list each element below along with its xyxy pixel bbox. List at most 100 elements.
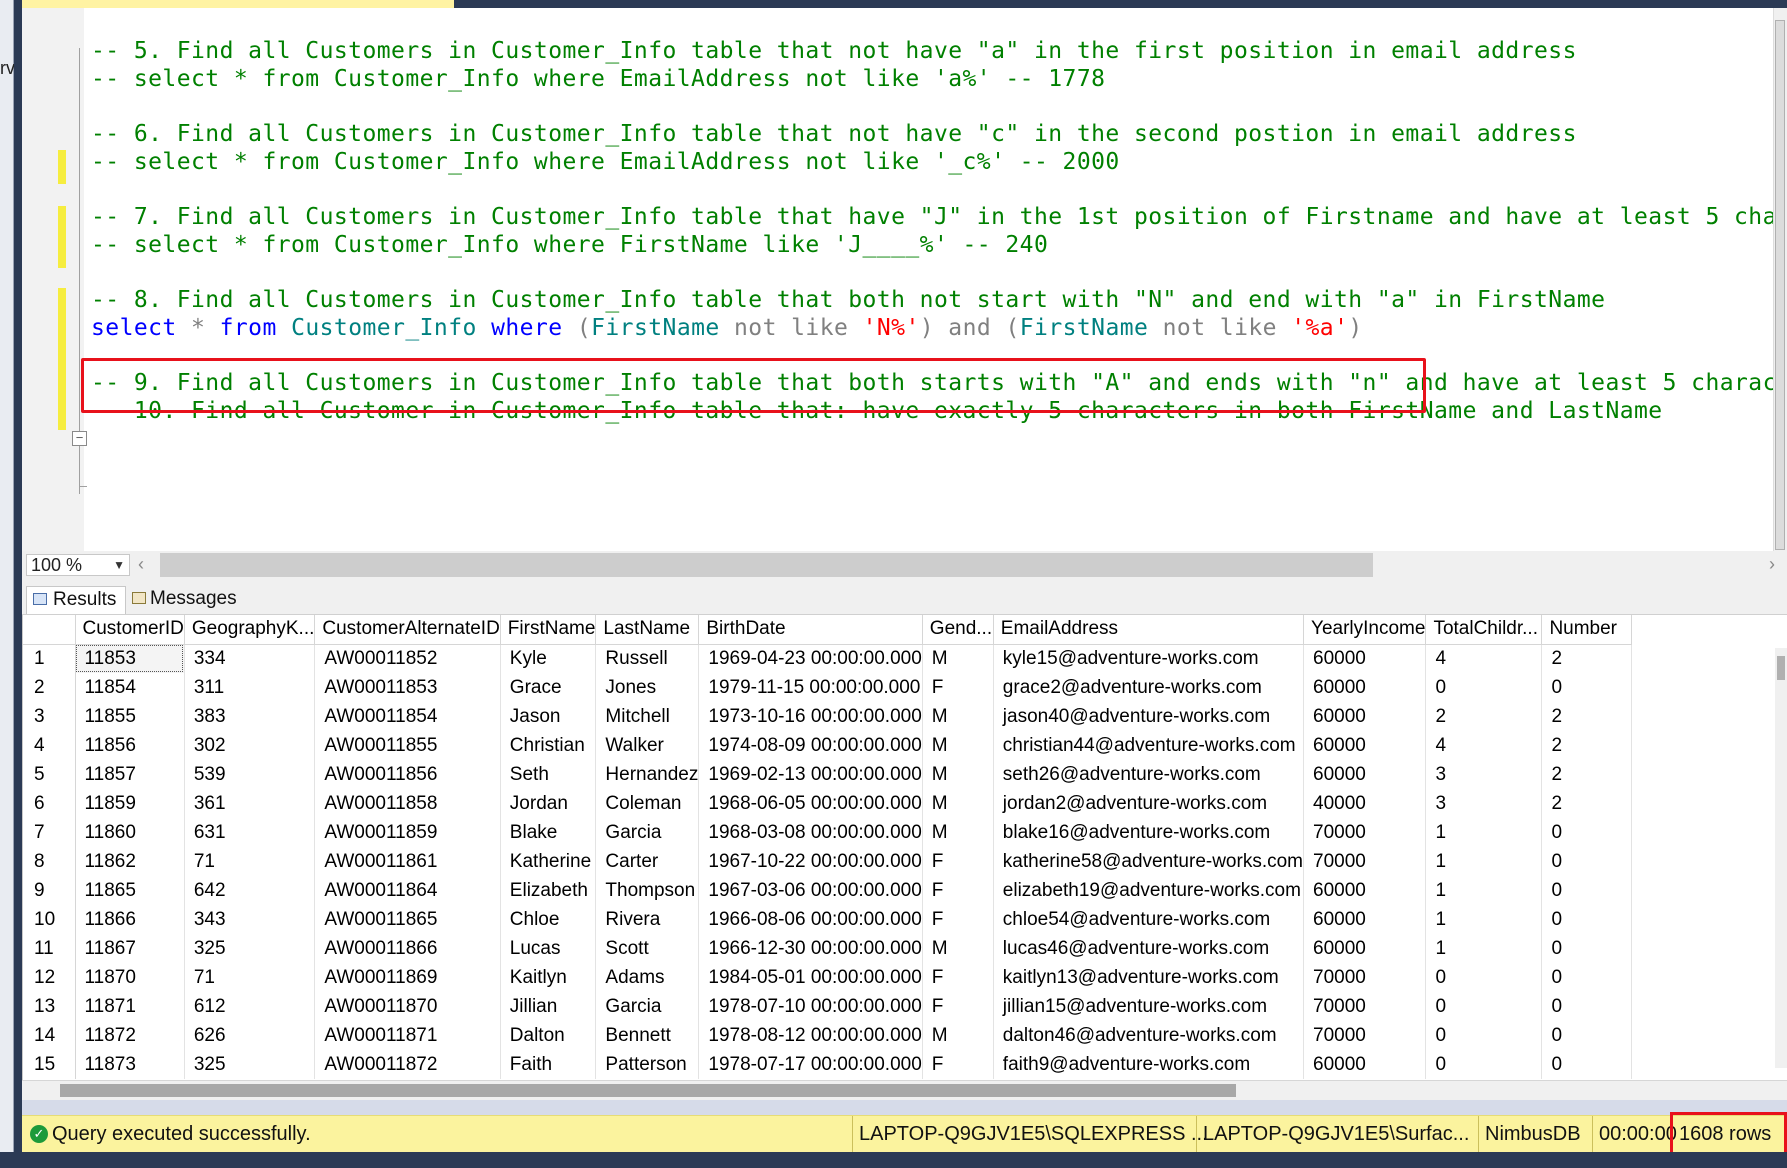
grid-horizontal-scroll-thumb[interactable] (60, 1084, 1236, 1097)
scroll-right-icon[interactable]: › (1769, 554, 1775, 575)
grid-cell[interactable]: 631 (184, 818, 316, 847)
grid-cell[interactable]: faith9@adventure-works.com (993, 1050, 1305, 1079)
grid-cell[interactable]: 60000 (1303, 702, 1427, 731)
grid-cell[interactable]: 11866 (75, 905, 185, 934)
grid-cell[interactable]: AW00011859 (314, 818, 501, 847)
grid-cell[interactable]: kyle15@adventure-works.com (993, 644, 1305, 673)
column-header[interactable]: FirstName (500, 615, 597, 645)
grid-cell[interactable]: Kyle (500, 644, 597, 673)
tab-messages[interactable]: Messages (126, 586, 246, 614)
grid-cell[interactable]: 11871 (75, 992, 185, 1021)
grid-cell[interactable]: AW00011854 (314, 702, 501, 731)
grid-cell[interactable]: 334 (184, 644, 316, 673)
grid-cell[interactable]: 1969-02-13 00:00:00.000 (698, 760, 923, 789)
grid-cell[interactable]: AW00011855 (314, 731, 501, 760)
grid-cell[interactable]: jillian15@adventure-works.com (993, 992, 1305, 1021)
grid-cell[interactable]: 0 (1541, 963, 1633, 992)
grid-cell[interactable]: 1 (1425, 905, 1543, 934)
grid-cell[interactable]: 0 (1541, 1050, 1633, 1079)
grid-cell[interactable]: 325 (184, 1050, 316, 1079)
grid-cell[interactable]: 302 (184, 731, 316, 760)
grid-cell[interactable]: jordan2@adventure-works.com (993, 789, 1305, 818)
table-row[interactable]: 10 11866 343 AW00011865 Chloe Rivera 1966-08-0… (23, 905, 1633, 934)
grid-cell[interactable]: F (922, 963, 994, 992)
grid-cell[interactable]: AW00011852 (314, 644, 501, 673)
grid-cell[interactable]: 2 (1541, 644, 1633, 673)
grid-cell[interactable]: jason40@adventure-works.com (993, 702, 1305, 731)
grid-cell[interactable]: Blake (500, 818, 597, 847)
grid-cell[interactable]: 1 (1425, 847, 1543, 876)
grid-cell[interactable]: 1968-03-08 00:00:00.000 (698, 818, 923, 847)
grid-cell[interactable]: 0 (1541, 905, 1633, 934)
grid-cell[interactable]: 11856 (75, 731, 185, 760)
grid-cell[interactable]: AW00011866 (314, 934, 501, 963)
grid-cell[interactable]: 60000 (1303, 905, 1427, 934)
grid-cell[interactable]: 1969-04-23 00:00:00.000 (698, 644, 923, 673)
table-row[interactable]: 12 11870 71 AW00011869 Kaitlyn Adams 1984-05-0… (23, 963, 1633, 992)
table-row[interactable]: 1 11853 334 AW00011852 Kyle Russell 1969-04-23… (23, 644, 1633, 673)
table-row[interactable]: 8 11862 71 AW00011861 Katherine Carter 1967-10… (23, 847, 1633, 876)
grid-cell[interactable]: 60000 (1303, 876, 1427, 905)
grid-cell[interactable]: AW00011864 (314, 876, 501, 905)
grid-cell[interactable]: Jason (500, 702, 597, 731)
grid-cell[interactable]: Jones (595, 673, 700, 702)
grid-cell[interactable]: M (922, 760, 994, 789)
column-header[interactable]: CustomerID (75, 615, 185, 645)
row-number[interactable]: 12 (23, 963, 76, 992)
row-number[interactable]: 1 (23, 644, 76, 673)
grid-cell[interactable]: 11862 (75, 847, 185, 876)
grid-cell[interactable]: 361 (184, 789, 316, 818)
row-number[interactable]: 15 (23, 1050, 76, 1079)
grid-cell[interactable]: christian44@adventure-works.com (993, 731, 1305, 760)
code-line-c5b[interactable]: -- select * from Customer_Info where Ema… (91, 66, 1105, 92)
editor-scroll-thumb[interactable] (1775, 20, 1785, 550)
grid-cell[interactable]: F (922, 673, 994, 702)
table-row[interactable]: 9 11865 642 AW00011864 Elizabeth Thompson 1967… (23, 876, 1633, 905)
grid-cell[interactable]: 325 (184, 934, 316, 963)
code-line-c7b[interactable]: -- select * from Customer_Info where Fir… (91, 232, 1048, 258)
grid-cell[interactable]: Adams (595, 963, 700, 992)
query-editor[interactable]: − -- 5. Find all Customers in Customer_I… (22, 8, 1787, 551)
grid-cell[interactable]: blake16@adventure-works.com (993, 818, 1305, 847)
grid-cell[interactable]: 1973-10-16 00:00:00.000 (698, 702, 923, 731)
grid-cell[interactable]: 11865 (75, 876, 185, 905)
row-number[interactable]: 8 (23, 847, 76, 876)
zoom-dropdown[interactable]: 100 % ▼ (26, 554, 130, 576)
grid-cell[interactable]: Kaitlyn (500, 963, 597, 992)
row-number[interactable]: 2 (23, 673, 76, 702)
grid-cell[interactable]: Elizabeth (500, 876, 597, 905)
grid-cell[interactable]: katherine58@adventure-works.com (993, 847, 1305, 876)
grid-cell[interactable]: 0 (1425, 673, 1543, 702)
grid-cell[interactable]: 60000 (1303, 760, 1427, 789)
row-number[interactable]: 11 (23, 934, 76, 963)
grid-cell[interactable]: Coleman (595, 789, 700, 818)
grid-cell[interactable]: F (922, 992, 994, 1021)
grid-cell[interactable]: 626 (184, 1021, 316, 1050)
grid-cell[interactable]: 1979-11-15 00:00:00.000 (698, 673, 923, 702)
grid-cell[interactable]: 1984-05-01 00:00:00.000 (698, 963, 923, 992)
column-header[interactable]: Number (1541, 615, 1633, 645)
grid-cell[interactable]: 11870 (75, 963, 185, 992)
grid-cell[interactable]: AW00011870 (314, 992, 501, 1021)
grid-cell[interactable]: 1 (1425, 876, 1543, 905)
grid-cell[interactable]: 4 (1425, 644, 1543, 673)
grid-cell[interactable]: 1966-12-30 00:00:00.000 (698, 934, 923, 963)
table-row[interactable]: 15 11873 325 AW00011872 Faith Patterson 1978-0… (23, 1050, 1633, 1079)
grid-cell[interactable]: 0 (1541, 934, 1633, 963)
grid-cell[interactable]: 0 (1541, 847, 1633, 876)
table-row[interactable]: 2 11854 311 AW00011853 Grace Jones 1979-11-15 … (23, 673, 1633, 702)
grid-cell[interactable]: AW00011872 (314, 1050, 501, 1079)
row-number[interactable]: 14 (23, 1021, 76, 1050)
grid-cell[interactable]: M (922, 731, 994, 760)
grid-cell[interactable]: Grace (500, 673, 597, 702)
grid-cell[interactable]: 70000 (1303, 992, 1427, 1021)
grid-cell[interactable]: Russell (595, 644, 700, 673)
code-line-c6a[interactable]: -- 6. Find all Customers in Customer_Inf… (91, 121, 1577, 147)
grid-cell[interactable]: 2 (1541, 702, 1633, 731)
grid-cell[interactable]: AW00011869 (314, 963, 501, 992)
table-row[interactable]: 3 11855 383 AW00011854 Jason Mitchell 1973-10-… (23, 702, 1633, 731)
grid-cell[interactable]: 343 (184, 905, 316, 934)
grid-cell[interactable]: 1967-10-22 00:00:00.000 (698, 847, 923, 876)
grid-cell[interactable]: 1967-03-06 00:00:00.000 (698, 876, 923, 905)
grid-cell[interactable]: 11860 (75, 818, 185, 847)
